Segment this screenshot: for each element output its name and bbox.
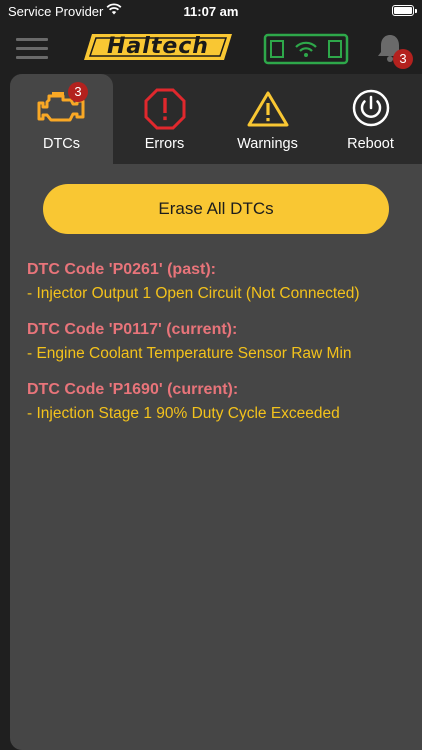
tab-errors[interactable]: Errors bbox=[113, 74, 216, 164]
dtc-description: - Injector Output 1 Open Circuit (Not Co… bbox=[27, 285, 360, 302]
dtc-code: DTC Code 'P1690' (current): bbox=[27, 381, 239, 398]
list-item: DTC Code 'P0117' (current): - Engine Coo… bbox=[27, 318, 419, 366]
status-bar: Service Provider 11:07 am bbox=[0, 0, 422, 24]
tab-bar: 3 DTCs Errors Warnings Reboot bbox=[10, 74, 422, 164]
tab-label-warnings: Warnings bbox=[237, 136, 298, 152]
dtc-code: DTC Code 'P0261' (past): bbox=[27, 261, 216, 278]
tab-warnings[interactable]: Warnings bbox=[216, 74, 319, 164]
dtc-count-badge: 3 bbox=[68, 82, 88, 102]
dtc-description: - Engine Coolant Temperature Sensor Raw … bbox=[27, 345, 352, 362]
ecu-connection-icon[interactable] bbox=[262, 32, 350, 66]
tab-reboot[interactable]: Reboot bbox=[319, 74, 422, 164]
dtc-description: - Injection Stage 1 90% Duty Cycle Excee… bbox=[27, 405, 340, 422]
app-header: Haltech 3 bbox=[0, 24, 422, 72]
erase-all-dtcs-button[interactable]: Erase All DTCs bbox=[43, 184, 389, 234]
clock: 11:07 am bbox=[183, 4, 239, 19]
notification-badge: 3 bbox=[393, 49, 413, 69]
dtc-list: DTC Code 'P0261' (past): - Injector Outp… bbox=[27, 258, 419, 438]
list-item: DTC Code 'P0261' (past): - Injector Outp… bbox=[27, 258, 419, 306]
tab-label-errors: Errors bbox=[144, 136, 185, 152]
list-item: DTC Code 'P1690' (current): - Injection … bbox=[27, 378, 419, 426]
tab-label-dtcs: DTCs bbox=[42, 136, 81, 152]
logo-text: Haltech bbox=[107, 34, 209, 59]
error-octagon-icon bbox=[144, 88, 186, 130]
battery-icon bbox=[392, 5, 417, 16]
warning-triangle-icon bbox=[247, 91, 289, 127]
dtc-code: DTC Code 'P0117' (current): bbox=[27, 321, 238, 338]
menu-icon[interactable] bbox=[16, 38, 48, 60]
dtc-panel: 3 DTCs Errors Warnings Reboot Erase All … bbox=[10, 74, 422, 750]
tab-dtcs[interactable]: 3 DTCs bbox=[10, 74, 113, 164]
power-icon bbox=[352, 89, 390, 127]
tab-label-reboot: Reboot bbox=[347, 136, 394, 152]
